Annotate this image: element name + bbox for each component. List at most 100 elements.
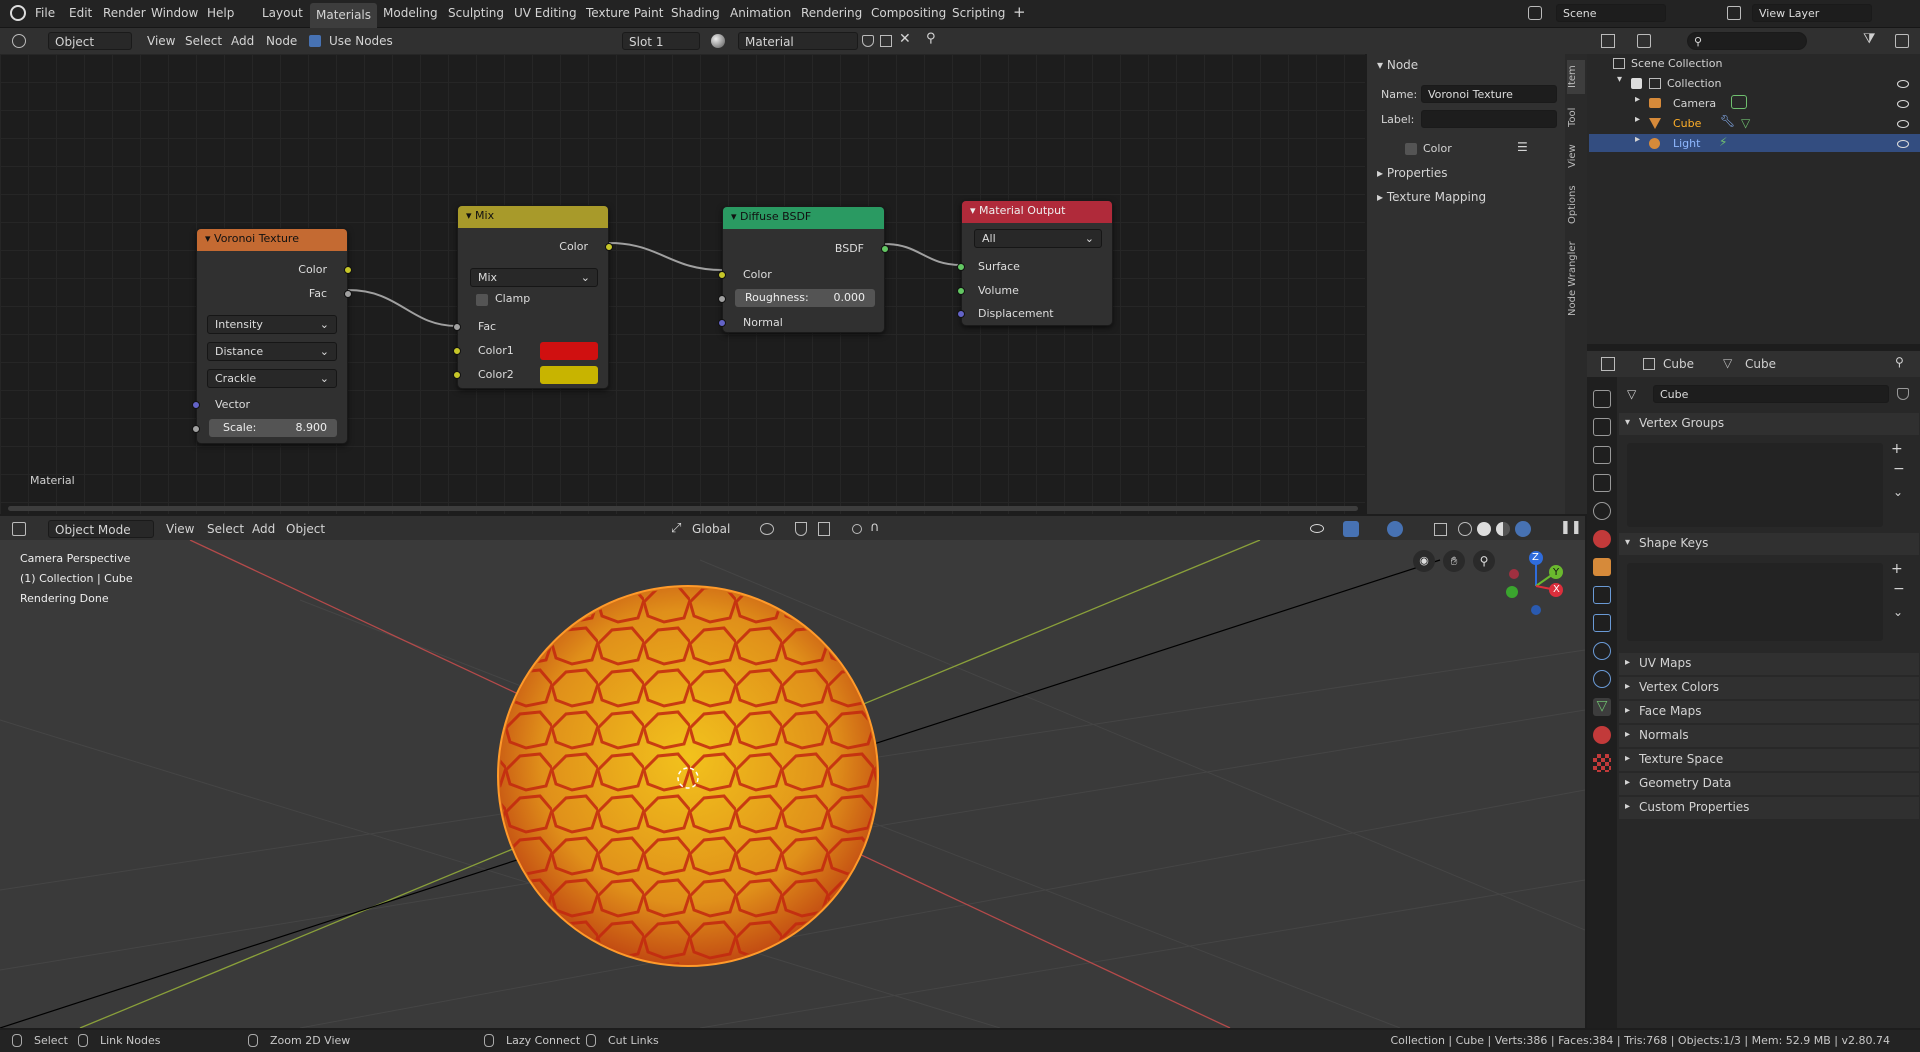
- mesh-fake-user-shield-icon[interactable]: [1897, 388, 1909, 400]
- input-volume-socket[interactable]: [957, 287, 965, 295]
- 3d-viewport[interactable]: Camera Perspective (1) Collection | Cube…: [0, 540, 1585, 1028]
- input-color-socket[interactable]: [718, 271, 726, 279]
- texture-space-panel-header[interactable]: ▸ Texture Space: [1619, 749, 1919, 771]
- pin-properties-icon[interactable]: ⚲: [1895, 355, 1904, 369]
- light-visibility-eye-icon[interactable]: [1897, 140, 1909, 148]
- menu-add[interactable]: Add: [252, 522, 275, 536]
- scene-icon[interactable]: [1528, 6, 1542, 20]
- physics-tab-icon[interactable]: [1593, 642, 1611, 660]
- outliner-row-collection[interactable]: Collection: [1667, 77, 1721, 90]
- input-scale-socket[interactable]: [192, 425, 200, 433]
- material-tab-icon[interactable]: [1593, 726, 1611, 744]
- use-nodes-checkbox[interactable]: [309, 35, 321, 47]
- texture-mapping-panel-header[interactable]: ▸ Texture Mapping: [1377, 190, 1486, 204]
- cube-visibility-eye-icon[interactable]: [1897, 120, 1909, 128]
- menu-edit[interactable]: Edit: [69, 6, 92, 20]
- display-mode-icon[interactable]: [1637, 34, 1651, 48]
- shape-keys-panel-header[interactable]: ▾ Shape Keys: [1619, 533, 1919, 555]
- breadcrumb-object[interactable]: Cube: [1663, 357, 1694, 371]
- output-color-socket[interactable]: [344, 266, 352, 274]
- viewport-editor-type-icon[interactable]: [12, 522, 26, 536]
- scene-selector[interactable]: Scene: [1556, 4, 1666, 22]
- expand-cube-icon[interactable]: ▸: [1635, 114, 1640, 125]
- properties-editor-type-icon[interactable]: [1601, 357, 1615, 371]
- node-header[interactable]: ▾ Material Output: [962, 201, 1112, 223]
- feature-dropdown[interactable]: Intensity ⌄: [207, 315, 337, 334]
- menu-render[interactable]: Render: [103, 6, 146, 20]
- filter-icon[interactable]: ⧩: [1863, 31, 1876, 47]
- add-workspace-button[interactable]: +: [1013, 3, 1026, 21]
- horizontal-scrollbar[interactable]: [8, 506, 1358, 511]
- tab-materials[interactable]: Materials: [310, 3, 378, 28]
- proportional-edit-icon[interactable]: [852, 524, 862, 534]
- breadcrumb-mesh[interactable]: Cube: [1745, 357, 1776, 371]
- menu-view[interactable]: View: [147, 34, 175, 48]
- cube-modifier-wrench-icon[interactable]: 🔧︎: [1720, 114, 1735, 128]
- node-header[interactable]: ▾ Voronoi Texture: [197, 229, 347, 251]
- node-header[interactable]: ▾ Mix: [458, 206, 608, 228]
- vertex-group-remove-button[interactable]: −: [1893, 461, 1905, 477]
- face-maps-panel-header[interactable]: ▸ Face Maps: [1619, 701, 1919, 723]
- output-tab-icon[interactable]: [1593, 446, 1611, 464]
- collection-visibility-eye-icon[interactable]: [1897, 80, 1909, 88]
- input-color2-socket[interactable]: [453, 371, 461, 379]
- menu-select[interactable]: Select: [185, 34, 222, 48]
- voronoi-texture-node[interactable]: ▾ Voronoi Texture Color Fac Intensity ⌄ D…: [192, 228, 352, 444]
- blend-mode-dropdown[interactable]: Mix ⌄: [470, 268, 598, 287]
- shading-material-icon[interactable]: [1496, 522, 1510, 536]
- expand-camera-icon[interactable]: ▸: [1635, 94, 1640, 105]
- expand-light-icon[interactable]: ▸: [1635, 134, 1640, 145]
- outliner-row-cube[interactable]: Cube: [1673, 117, 1701, 130]
- node-panel-header[interactable]: ▾ Node: [1377, 58, 1418, 72]
- scene-tab-icon[interactable]: [1593, 502, 1611, 520]
- vertex-groups-panel-header[interactable]: ▾ Vertex Groups: [1619, 413, 1919, 435]
- tool-tab-icon[interactable]: [1593, 390, 1611, 408]
- input-displacement-socket[interactable]: [957, 310, 965, 318]
- collapse-arrow-icon[interactable]: ▾: [466, 209, 475, 222]
- outliner-row-scene-collection[interactable]: Scene Collection: [1631, 57, 1722, 70]
- object-tab-icon[interactable]: [1593, 558, 1611, 576]
- node-editor-canvas[interactable]: ▾ Voronoi Texture Color Fac Intensity ⌄ D…: [0, 54, 1365, 514]
- coloring-dropdown[interactable]: Crackle ⌄: [207, 369, 337, 388]
- tab-node-wrangler[interactable]: Node Wrangler: [1567, 234, 1585, 324]
- overlay-toggle-icon[interactable]: [1387, 521, 1403, 537]
- output-fac-socket[interactable]: [344, 290, 352, 298]
- input-color1-socket[interactable]: [453, 347, 461, 355]
- vertex-groups-list[interactable]: [1627, 443, 1883, 527]
- node-label-field[interactable]: [1421, 110, 1557, 128]
- outliner-row-light[interactable]: Light: [1673, 137, 1700, 150]
- view-layer-tab-icon[interactable]: [1593, 474, 1611, 492]
- menu-add[interactable]: Add: [231, 34, 254, 48]
- shading-solid-icon[interactable]: [1477, 522, 1491, 536]
- xray-toggle-icon[interactable]: [1434, 523, 1447, 536]
- clamp-checkbox[interactable]: [476, 294, 488, 306]
- zoom-icon[interactable]: ⚲: [1473, 550, 1495, 572]
- tab-sculpting[interactable]: Sculpting: [448, 6, 504, 20]
- tab-shading[interactable]: Shading: [671, 6, 720, 20]
- pan-hand-icon[interactable]: ✋︎: [1443, 550, 1465, 572]
- gizmo-toggle-icon[interactable]: [1343, 521, 1359, 537]
- mesh-datablock-field[interactable]: Cube: [1653, 385, 1889, 403]
- snap-element-icon[interactable]: [818, 522, 830, 536]
- color-toggle-checkbox[interactable]: [1405, 143, 1417, 155]
- slot-dropdown[interactable]: Slot 1: [622, 32, 700, 50]
- pause-render-icon[interactable]: ❚❚: [1560, 520, 1582, 535]
- transform-orientation-dropdown[interactable]: Global: [686, 520, 762, 538]
- material-output-node[interactable]: ▾ Material Output All ⌄ Surface Volume Di…: [957, 200, 1113, 326]
- input-vector-socket[interactable]: [192, 401, 200, 409]
- particles-tab-icon[interactable]: [1593, 614, 1611, 632]
- pivot-point-icon[interactable]: [760, 523, 774, 535]
- shape-keys-list[interactable]: [1627, 563, 1883, 641]
- distance-dropdown[interactable]: Distance ⌄: [207, 342, 337, 361]
- vertex-colors-panel-header[interactable]: ▸ Vertex Colors: [1619, 677, 1919, 699]
- collection-exclude-checkbox[interactable]: [1631, 78, 1642, 89]
- menu-window[interactable]: Window: [151, 6, 198, 20]
- node-name-field[interactable]: Voronoi Texture: [1421, 85, 1557, 103]
- view-layer-selector[interactable]: View Layer: [1752, 4, 1872, 22]
- tab-layout[interactable]: Layout: [262, 6, 303, 20]
- vertex-group-add-button[interactable]: +: [1891, 441, 1903, 457]
- unlink-material-icon[interactable]: ✕: [899, 31, 911, 47]
- snap-magnet-icon[interactable]: [795, 522, 807, 536]
- material-name-field[interactable]: Material: [738, 32, 858, 50]
- interaction-mode-dropdown[interactable]: Object Mode: [48, 520, 154, 538]
